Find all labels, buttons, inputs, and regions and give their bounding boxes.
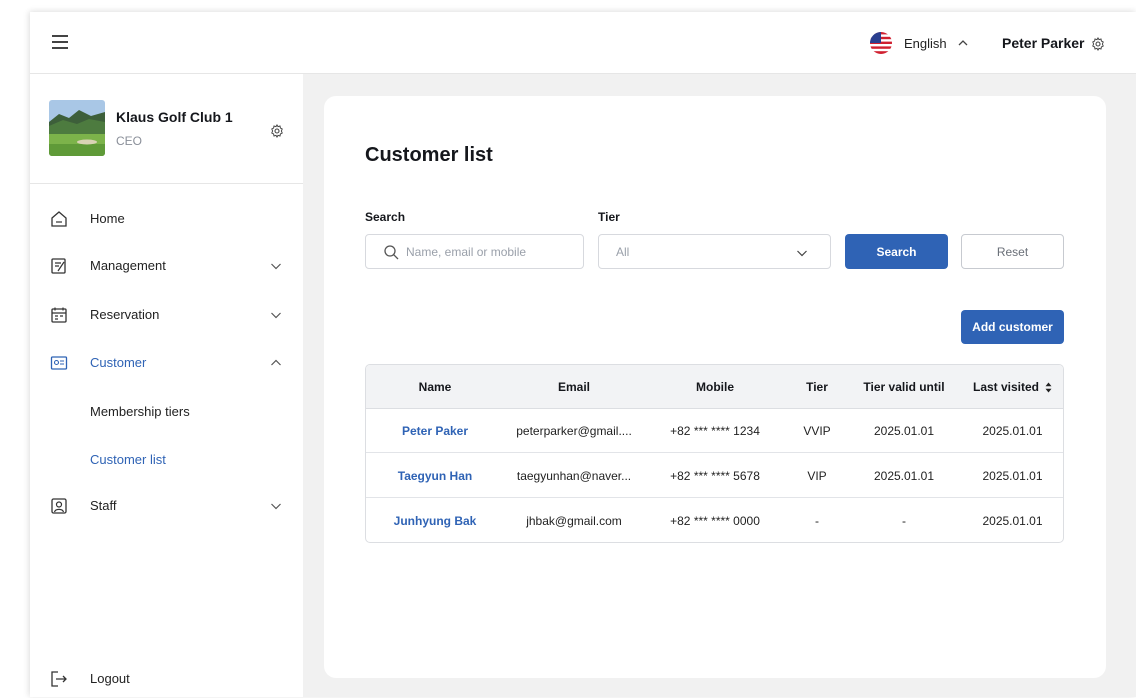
customer-name-link[interactable]: Peter Paker [366, 409, 504, 453]
table-row: Junhyung Bak jhbak@gmail.com +82 *** ***… [366, 499, 1063, 542]
chevron-down-icon [271, 312, 281, 319]
search-label: Search [365, 210, 406, 224]
customer-name-link[interactable]: Taegyun Han [366, 454, 504, 498]
column-header-label: Last visited [972, 380, 1040, 394]
user-name[interactable]: Peter Parker [1002, 35, 1085, 51]
tier-select[interactable]: All [598, 234, 831, 269]
customer-tier: - [815, 514, 819, 528]
app-frame: English Peter Parker Klaus Golf Club 1 C… [30, 12, 1136, 697]
customer-tier-valid-until: - [902, 514, 906, 528]
customer-tier: VVIP [803, 424, 831, 438]
club-thumbnail [49, 100, 105, 156]
home-icon [51, 211, 67, 227]
menu-icon[interactable] [52, 35, 68, 49]
table-row: Taegyun Han taegyunhan@naver... +82 *** … [366, 454, 1063, 498]
sidebar-item-label: Membership tiers [90, 404, 190, 419]
chevron-down-icon [271, 263, 281, 270]
customer-email: peterparker@gmail.... [516, 424, 632, 438]
customer-last-visited: 2025.01.01 [982, 514, 1043, 528]
sidebar-item-reservation[interactable]: Reservation [30, 294, 303, 334]
customer-last-visited: 2025.01.01 [982, 424, 1043, 438]
sidebar-item-staff[interactable]: Staff [30, 485, 303, 525]
language-label: English [904, 35, 947, 51]
tier-select-value: All [616, 245, 630, 259]
chevron-up-icon [271, 359, 281, 366]
staff-icon [51, 498, 67, 514]
top-bar: English Peter Parker [30, 12, 1136, 74]
us-flag-icon [870, 32, 892, 54]
column-header-mobile: Mobile [696, 380, 734, 394]
club-role: CEO [116, 134, 143, 148]
search-button[interactable]: Search [845, 234, 948, 269]
customer-mobile: +82 *** **** 5678 [670, 469, 760, 483]
customer-mobile: +82 *** **** 0000 [670, 514, 760, 528]
sort-icon[interactable] [1045, 382, 1052, 393]
sidebar-item-label: Management [90, 258, 166, 273]
sidebar-item-logout[interactable]: Logout [30, 658, 303, 698]
sidebar-item-label: Staff [90, 498, 117, 513]
column-header-email: Email [557, 380, 590, 394]
sidebar-item-customer[interactable]: Customer [30, 342, 303, 382]
customer-email: jhbak@gmail.com [526, 514, 622, 528]
search-input[interactable] [406, 243, 576, 261]
edit-document-icon [51, 258, 66, 274]
reset-button[interactable]: Reset [961, 234, 1064, 269]
club-name: Klaus Golf Club 1 [116, 109, 233, 125]
club-profile: Klaus Golf Club 1 CEO [30, 74, 303, 184]
column-header-last-visited[interactable]: Last visited [960, 365, 1063, 409]
add-customer-button[interactable]: Add customer [961, 310, 1064, 344]
chevron-down-icon [797, 250, 807, 257]
sidebar-item-label: Customer [90, 355, 147, 370]
sidebar-item-management[interactable]: Management [30, 245, 303, 285]
search-field[interactable] [365, 234, 584, 269]
sidebar-item-membership-tiers[interactable]: Membership tiers [30, 393, 303, 429]
column-header-tier-valid-until: Tier valid until [863, 380, 945, 394]
sidebar-item-customer-list[interactable]: Customer list [30, 441, 303, 477]
customer-last-visited: 2025.01.01 [982, 469, 1043, 483]
column-header-name: Name [418, 380, 452, 394]
column-header-tier: Tier [806, 380, 828, 394]
tier-label: Tier [598, 210, 620, 224]
sidebar-item-label: Customer list [90, 452, 166, 467]
main-content-card: Customer list Search Tier All Search Res… [324, 96, 1106, 678]
sidebar-item-label: Home [90, 211, 125, 226]
customer-tier-valid-until: 2025.01.01 [873, 424, 935, 438]
sidebar-item-label: Reservation [90, 307, 160, 322]
customer-mobile: +82 *** **** 1234 [670, 424, 760, 438]
customer-name-link[interactable]: Junhyung Bak [366, 499, 504, 542]
table-header: Name Email Mobile Tier Tier valid until … [366, 365, 1063, 409]
logout-icon [51, 671, 67, 687]
chevron-down-icon [271, 503, 281, 510]
page-title: Customer list [365, 144, 493, 166]
table-row: Peter Paker peterparker@gmail.... +82 **… [366, 409, 1063, 453]
customer-card-icon [50, 356, 68, 370]
gear-icon[interactable] [270, 124, 284, 138]
customer-email: taegyunhan@naver... [516, 469, 632, 483]
customer-tier: VIP [807, 469, 827, 483]
sidebar-item-label: Logout [90, 671, 130, 686]
customer-tier-valid-until: 2025.01.01 [873, 469, 935, 483]
customer-table: Name Email Mobile Tier Tier valid until … [365, 364, 1064, 543]
calendar-icon [51, 307, 67, 323]
chevron-up-icon [958, 40, 968, 46]
search-icon [384, 245, 399, 260]
language-selector[interactable]: English [870, 32, 969, 54]
gear-icon[interactable] [1091, 37, 1105, 51]
sidebar: Klaus Golf Club 1 CEO Home Management Re… [30, 74, 303, 697]
sidebar-item-home[interactable]: Home [30, 198, 303, 238]
